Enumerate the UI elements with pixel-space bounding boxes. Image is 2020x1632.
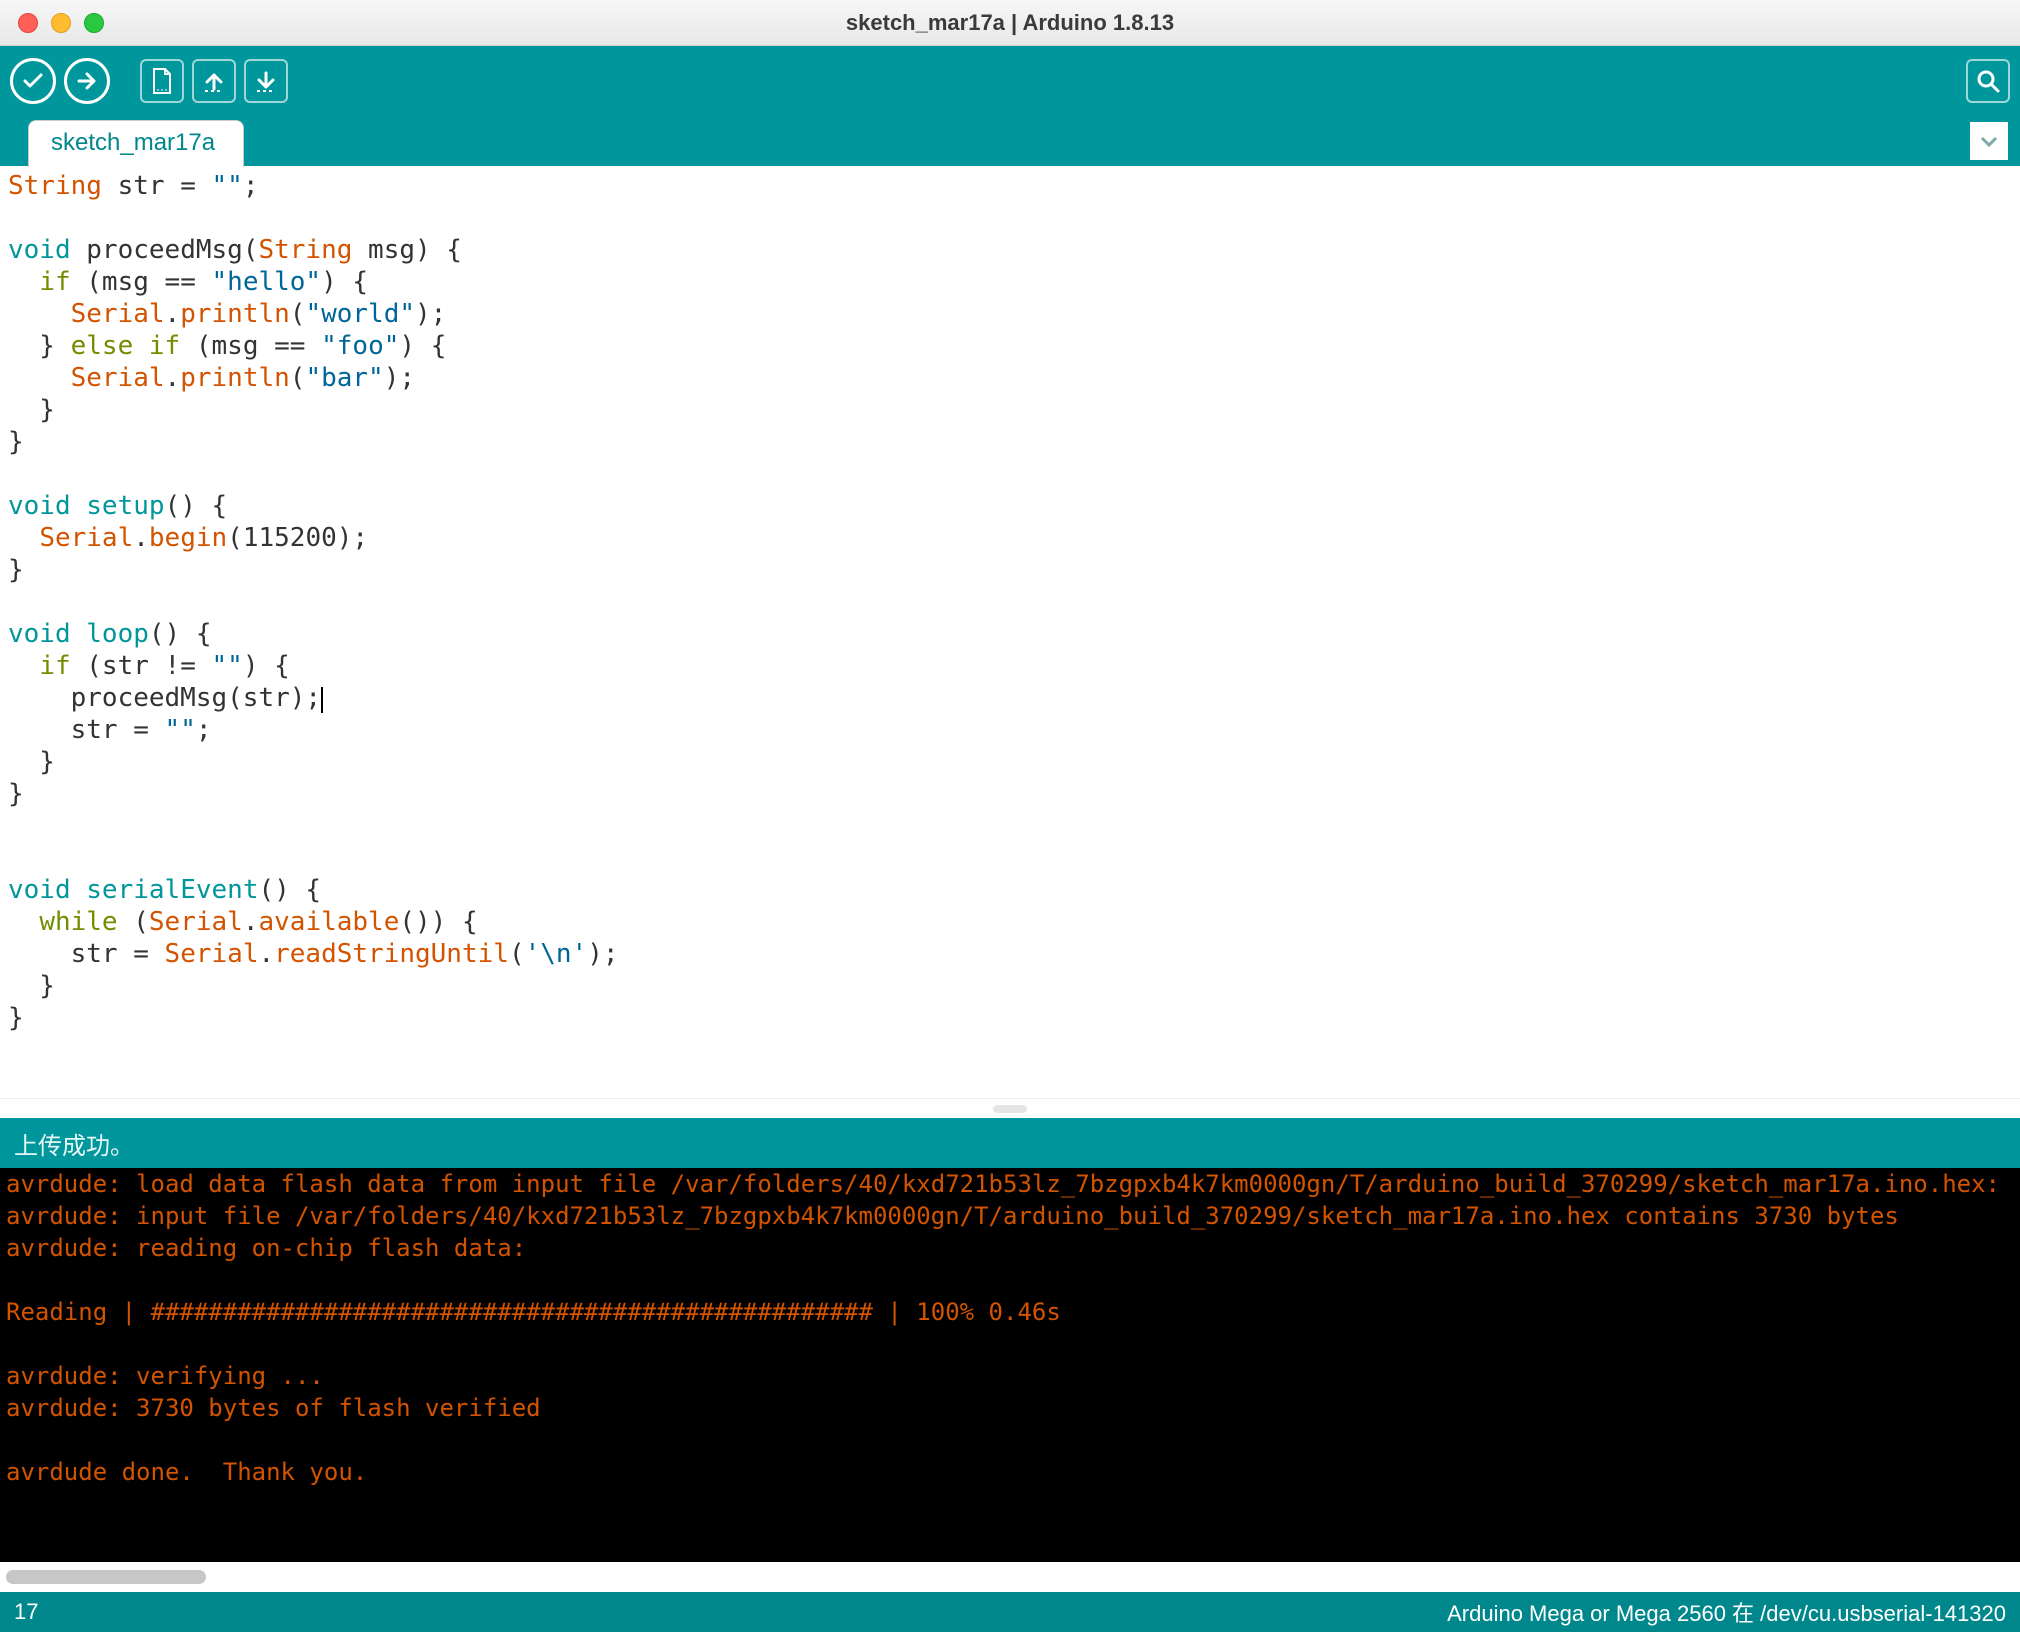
pane-splitter[interactable]	[0, 1098, 2020, 1118]
window-title: sketch_mar17a | Arduino 1.8.13	[0, 10, 2020, 36]
board-info: Arduino Mega or Mega 2560 在 /dev/cu.usbs…	[1447, 1596, 2006, 1628]
console-hscrollbar[interactable]	[0, 1562, 2020, 1592]
arrow-up-icon	[202, 69, 226, 93]
console-output[interactable]: avrdude: load data flash data from input…	[0, 1168, 2020, 1562]
file-icon	[150, 68, 174, 94]
app-window: sketch_mar17a | Arduino 1.8.13 sketch_ma…	[0, 0, 2020, 1632]
new-sketch-button[interactable]	[140, 59, 184, 103]
chevron-down-icon	[1978, 130, 2000, 152]
scrollbar-thumb[interactable]	[6, 1570, 206, 1584]
magnifier-icon	[1975, 68, 2001, 94]
toolbar	[0, 46, 2020, 116]
tab-bar: sketch_mar17a	[0, 116, 2020, 166]
verify-button[interactable]	[10, 58, 56, 104]
titlebar: sketch_mar17a | Arduino 1.8.13	[0, 0, 2020, 46]
arrow-right-icon	[75, 69, 99, 93]
serial-monitor-button[interactable]	[1966, 59, 2010, 103]
arrow-down-icon	[254, 69, 278, 93]
open-sketch-button[interactable]	[192, 59, 236, 103]
check-icon	[21, 69, 45, 93]
splitter-grip-icon	[993, 1105, 1027, 1113]
tab-label: sketch_mar17a	[51, 129, 215, 156]
upload-button[interactable]	[64, 58, 110, 104]
status-bar: 17 Arduino Mega or Mega 2560 在 /dev/cu.u…	[0, 1592, 2020, 1632]
status-message-bar: 上传成功。	[0, 1118, 2020, 1168]
save-sketch-button[interactable]	[244, 59, 288, 103]
line-number: 17	[14, 1599, 38, 1625]
code-editor[interactable]: String str = ""; void proceedMsg(String …	[0, 166, 2020, 1098]
status-message-text: 上传成功。	[14, 1126, 134, 1161]
tab-sketch[interactable]: sketch_mar17a	[28, 120, 244, 167]
tab-menu-button[interactable]	[1970, 122, 2008, 160]
